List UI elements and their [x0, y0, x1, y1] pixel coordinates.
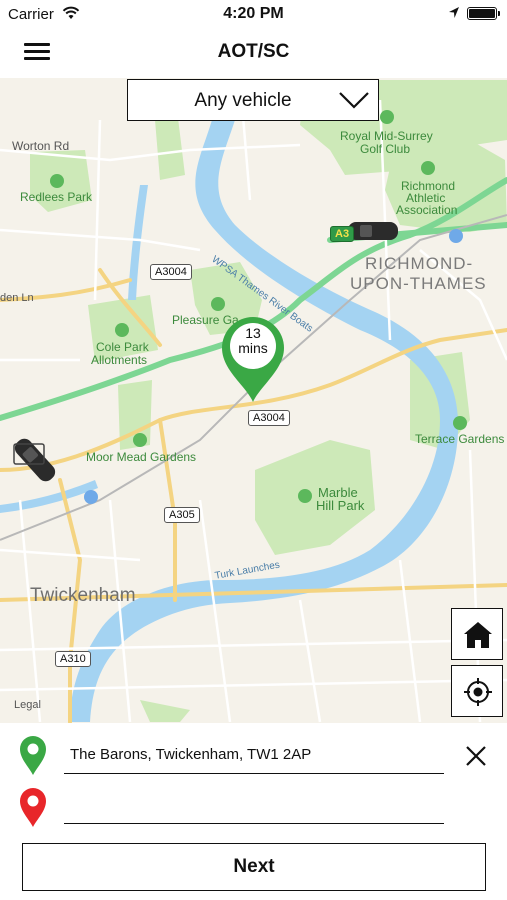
map-legal-link[interactable]: Legal — [14, 699, 41, 711]
map-label: UPON-THAMES — [350, 274, 487, 293]
map-label: Royal Mid-Surrey — [340, 129, 433, 143]
eta-value: 13 — [245, 325, 261, 341]
pickup-address-field[interactable]: The Barons, Twickenham, TW1 2AP — [70, 746, 311, 763]
vehicle-type-value: Any vehicle — [194, 90, 292, 111]
map-label: Twickenham — [30, 585, 136, 606]
status-bar: Carrier 4:20 PM — [0, 0, 507, 28]
map-label: den Ln — [0, 292, 34, 304]
road-shield: A3 — [330, 226, 355, 242]
home-button[interactable] — [451, 608, 503, 660]
map-label: Cole Park — [96, 340, 149, 354]
car-icon — [348, 222, 398, 240]
map-label: Allotments — [91, 353, 148, 367]
map-label: Moor Mead Gardens — [86, 450, 197, 464]
road-shield: A3004 — [248, 410, 290, 426]
map-label: Redlees Park — [20, 190, 93, 204]
clear-pickup-button[interactable] — [462, 742, 490, 770]
clock: 4:20 PM — [223, 5, 284, 22]
map-label: RICHMOND- — [365, 254, 474, 273]
pickup-pin-icon — [18, 734, 48, 781]
car-icon — [14, 438, 56, 482]
map-label: Hill Park — [316, 498, 365, 513]
map-label: Golf Club — [360, 142, 411, 156]
eta-unit: mins — [238, 340, 268, 356]
dropoff-row[interactable] — [0, 780, 507, 830]
transit-icon — [84, 490, 98, 504]
crosshair-icon — [464, 678, 492, 706]
locate-me-button[interactable] — [451, 665, 503, 717]
vehicle-type-dropdown[interactable]: Any vehicle — [127, 79, 379, 121]
dropoff-underline — [64, 823, 444, 824]
transit-icon — [449, 229, 463, 243]
dropoff-pin-icon — [18, 786, 48, 833]
pickup-row[interactable]: The Barons, Twickenham, TW1 2AP — [0, 728, 507, 778]
eta-label: 13 mins — [218, 326, 288, 356]
chevron-down-icon — [338, 90, 370, 115]
page-title: AOT/SC — [217, 41, 290, 62]
pickup-underline — [64, 773, 444, 774]
battery-icon — [467, 7, 500, 20]
map-label: Worton Rd — [12, 139, 70, 153]
map-label: Association — [396, 203, 458, 217]
home-icon — [464, 622, 492, 648]
map-label: Terrace Gardens — [415, 432, 505, 446]
close-icon — [466, 746, 486, 766]
road-shield: A3004 — [150, 264, 192, 280]
eta-pin[interactable]: 13 mins — [218, 312, 288, 404]
next-button[interactable]: Next — [22, 843, 486, 891]
road-shield: A305 — [164, 507, 200, 523]
road-shield: A310 — [55, 651, 91, 667]
nav-bar: AOT/SC — [0, 28, 507, 78]
location-arrow-icon — [448, 6, 460, 24]
